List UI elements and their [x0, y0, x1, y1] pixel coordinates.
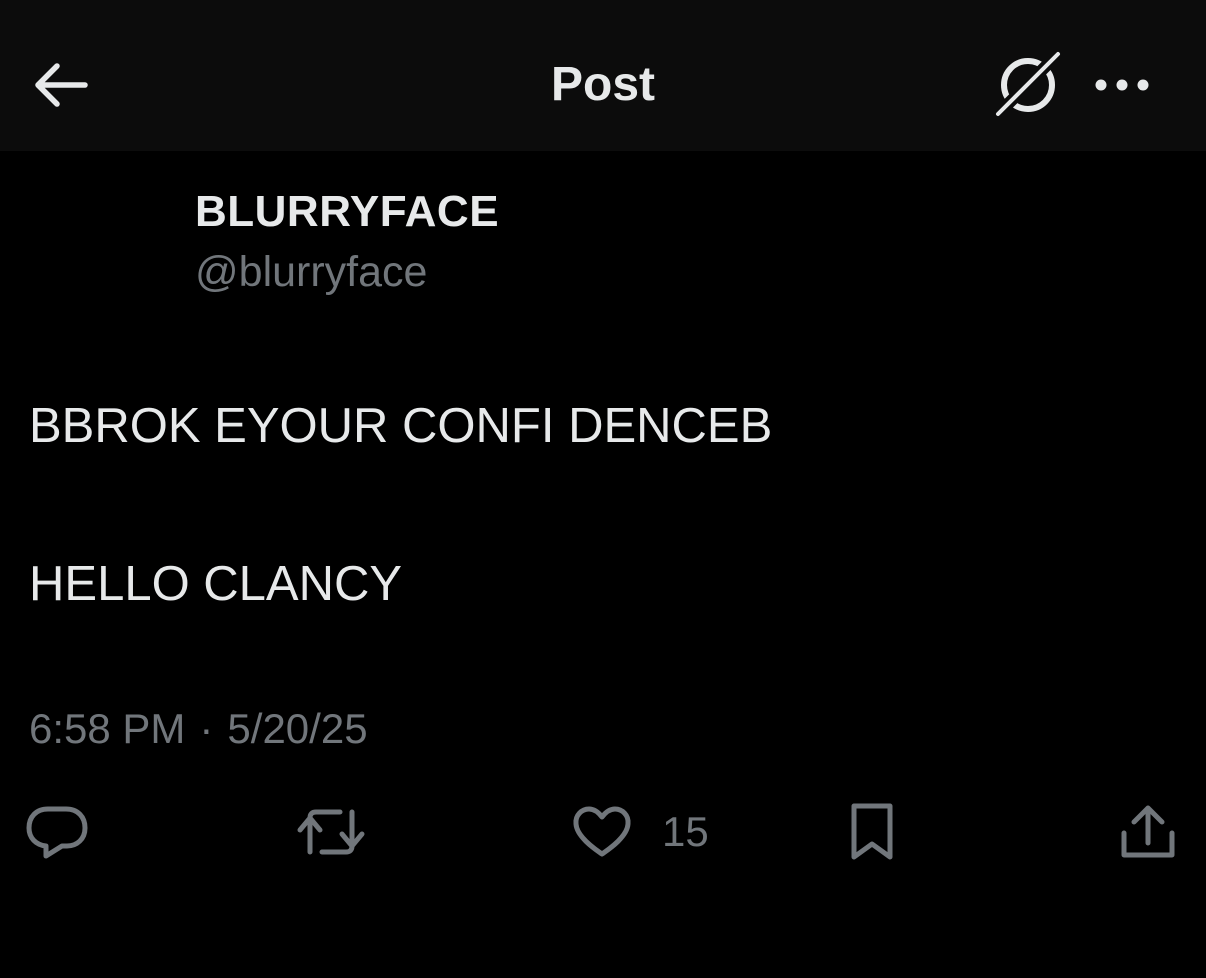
author-name[interactable]: BLURRYFACE — [195, 184, 499, 240]
like-button[interactable]: 15 — [572, 800, 712, 864]
share-button[interactable] — [1118, 800, 1182, 864]
repost-button[interactable] — [296, 800, 366, 864]
post-time: 6:58 PM — [29, 705, 186, 752]
timestamp-separator: · — [199, 705, 214, 752]
top-bar: Post — [0, 0, 1206, 151]
bookmark-button[interactable] — [848, 800, 904, 864]
reply-icon — [26, 806, 88, 859]
back-arrow-icon — [35, 63, 88, 107]
post-text-line-2: HELLO CLANCY — [29, 557, 403, 611]
more-options-button[interactable] — [1086, 58, 1158, 112]
back-button[interactable] — [28, 52, 94, 118]
repost-icon — [297, 809, 365, 855]
grok-icon — [992, 50, 1062, 120]
share-icon — [1121, 805, 1175, 858]
like-count: 15 — [662, 808, 709, 855]
author-handle[interactable]: @blurryface — [195, 244, 427, 300]
reply-button[interactable] — [26, 800, 90, 864]
post-timestamp: 6:58 PM · 5/20/25 — [29, 702, 368, 756]
like-icon — [573, 806, 631, 857]
post-text-line-1: BBROK EYOUR CONFI DENCEB — [29, 399, 773, 453]
more-icon — [1095, 79, 1149, 91]
bookmark-icon — [851, 803, 893, 860]
post-date[interactable]: 5/20/25 — [227, 705, 367, 752]
grok-button[interactable] — [990, 50, 1064, 120]
